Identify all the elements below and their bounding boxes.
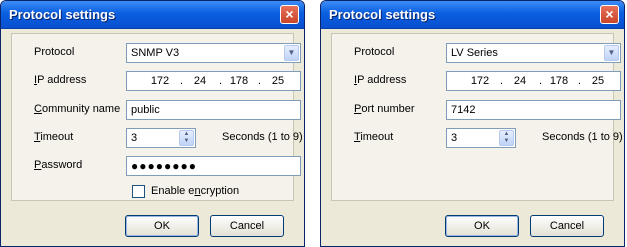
protocol-value: LV Series (451, 47, 498, 59)
ip-octet-4[interactable]: 25 (585, 75, 611, 87)
chevron-down-icon[interactable]: ▼ (604, 45, 619, 61)
spin-buttons[interactable]: ▲ ▼ (179, 130, 194, 146)
protocol-dropdown[interactable]: LV Series ▼ (446, 43, 621, 63)
ip-octet-4[interactable]: 25 (265, 75, 291, 87)
ip-separator: . (578, 75, 582, 87)
dialog-title: Protocol settings (9, 7, 116, 22)
community-name-input[interactable]: public (126, 100, 301, 120)
protocol-settings-dialog-lv: Protocol settings × Protocol LV Series ▼… (320, 0, 625, 247)
ip-separator: . (539, 75, 543, 87)
timeout-label: Timeout (354, 131, 394, 143)
port-number-input[interactable]: 7142 (446, 100, 621, 120)
spin-down-icon[interactable]: ▼ (504, 138, 510, 144)
protocol-label: Protocol (34, 46, 75, 58)
ok-button[interactable]: OK (125, 215, 199, 237)
password-input[interactable]: ●●●●●●●● (126, 156, 301, 176)
ip-separator: . (219, 75, 223, 87)
timeout-label: Timeout (34, 131, 74, 143)
protocol-label: Protocol (354, 46, 395, 58)
ip-octet-1[interactable]: 172 (147, 75, 173, 87)
close-icon[interactable]: × (280, 5, 299, 24)
ip-octet-3[interactable]: 178 (546, 75, 572, 87)
ip-address-label: IP address (354, 74, 407, 86)
password-label: Password (34, 159, 83, 171)
spin-up-icon[interactable]: ▲ (184, 131, 190, 137)
timeout-value: 3 (131, 132, 138, 144)
chevron-down-icon[interactable]: ▼ (284, 45, 299, 61)
title-bar[interactable]: Protocol settings × (321, 1, 624, 29)
port-number-label: Port number (354, 103, 415, 115)
ip-octet-2[interactable]: 24 (187, 75, 213, 87)
timeout-spinner[interactable]: 3 ▲ ▼ (126, 128, 196, 148)
timeout-value: 3 (451, 132, 458, 144)
ip-address-field[interactable]: 172 . 24 . 178 . 25 (446, 71, 621, 91)
ip-address-label: IP address (34, 74, 87, 86)
spin-buttons[interactable]: ▲ ▼ (499, 130, 514, 146)
ip-separator: . (258, 75, 262, 87)
spin-up-icon[interactable]: ▲ (504, 131, 510, 137)
community-name-label: Community name (34, 103, 121, 115)
settings-panel: Protocol SNMP V3 ▼ IP address 172 . 24 .… (11, 33, 303, 201)
encryption-label[interactable]: Enable encryption (151, 185, 239, 197)
timeout-spinner[interactable]: 3 ▲ ▼ (446, 128, 516, 148)
protocol-dropdown[interactable]: SNMP V3 ▼ (126, 43, 301, 63)
ip-separator: . (500, 75, 504, 87)
ip-separator: . (180, 75, 184, 87)
timeout-hint: Seconds (1 to 9) (222, 131, 303, 143)
ip-address-field[interactable]: 172 . 24 . 178 . 25 (126, 71, 301, 91)
cancel-button[interactable]: Cancel (210, 215, 284, 237)
timeout-hint: Seconds (1 to 9) (542, 131, 623, 143)
settings-panel: Protocol LV Series ▼ IP address 172 . 24… (331, 33, 623, 201)
ip-octet-1[interactable]: 172 (467, 75, 493, 87)
ip-octet-3[interactable]: 178 (226, 75, 252, 87)
ok-button[interactable]: OK (445, 215, 519, 237)
encryption-checkbox[interactable] (132, 185, 145, 198)
cancel-button[interactable]: Cancel (530, 215, 604, 237)
title-bar[interactable]: Protocol settings × (1, 1, 304, 29)
protocol-settings-dialog-snmp: Protocol settings × Protocol SNMP V3 ▼ I… (0, 0, 305, 247)
protocol-value: SNMP V3 (131, 47, 180, 59)
dialog-title: Protocol settings (329, 7, 436, 22)
close-icon[interactable]: × (600, 5, 619, 24)
spin-down-icon[interactable]: ▼ (184, 138, 190, 144)
ip-octet-2[interactable]: 24 (507, 75, 533, 87)
